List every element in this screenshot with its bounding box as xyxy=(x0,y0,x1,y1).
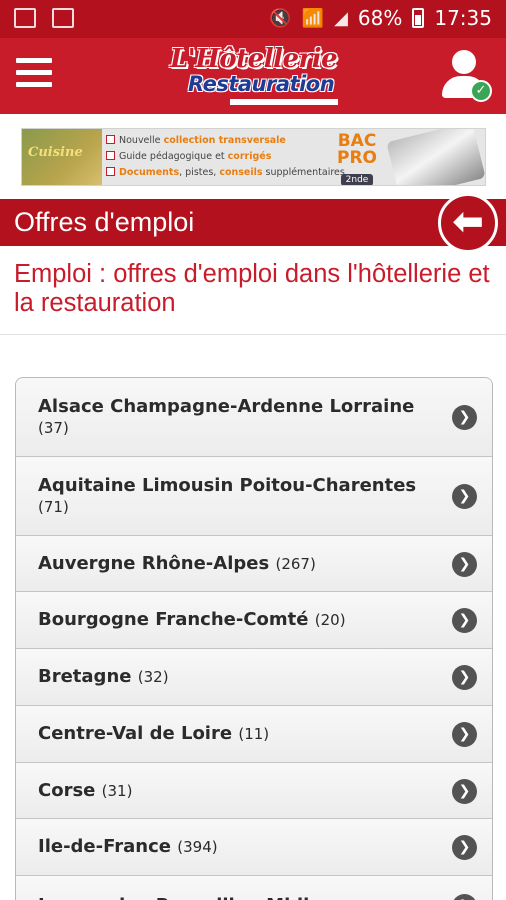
checkbox-icon xyxy=(106,151,115,160)
region-label: Aquitaine Limousin Poitou-Charentes xyxy=(38,474,417,496)
list-item[interactable]: Auvergne Rhône-Alpes (267) ❯ xyxy=(16,535,492,591)
section-header: Offres d'emploi ⬅ xyxy=(0,193,506,253)
logo-line2: Restauration xyxy=(188,72,335,96)
region-name: Ile-de-France (394) xyxy=(38,836,218,858)
list-item[interactable]: Centre-Val de Loire (11) ❯ xyxy=(16,705,492,762)
back-button[interactable]: ⬅ xyxy=(438,193,498,253)
banner-line-3-suffix: supplémentaires xyxy=(262,167,345,178)
region-count: (31) xyxy=(101,781,133,800)
banner-line-1: Nouvelle collection transversale xyxy=(106,133,326,149)
mute-icon: 🔇 xyxy=(269,7,292,29)
region-count: (37) xyxy=(38,418,69,437)
region-name: Bretagne (32) xyxy=(38,666,169,688)
chevron-right-icon: ❯ xyxy=(452,608,477,633)
chevron-right-icon: ❯ xyxy=(452,405,477,430)
signal-icon: ◢ xyxy=(334,7,348,29)
banner-book-title: Cuisine xyxy=(28,145,83,160)
region-name: Auvergne Rhône-Alpes (267) xyxy=(38,553,316,575)
wifi-icon: 📶 xyxy=(301,7,325,29)
region-label: Corse xyxy=(38,779,96,801)
region-count: (267) xyxy=(275,554,316,573)
ad-banner[interactable]: Cuisine Nouvelle collection transversale… xyxy=(21,128,486,186)
region-count: (20) xyxy=(314,611,346,629)
banner-line-3-highlight: Documents xyxy=(119,167,180,178)
clipboard-notification-icon xyxy=(52,8,74,28)
region-count: (394) xyxy=(177,838,218,856)
list-item[interactable]: Aquitaine Limousin Poitou-Charentes (71)… xyxy=(16,456,492,535)
chevron-right-icon: ❯ xyxy=(452,893,477,900)
region-count: (71) xyxy=(38,497,69,516)
chevron-right-icon: ❯ xyxy=(452,551,477,577)
status-bar: 🔇 📶 ◢ 68% 17:35 xyxy=(0,0,506,38)
banner-book-image: Cuisine xyxy=(22,129,102,185)
region-count: (11) xyxy=(238,725,270,743)
region-name: Bourgogne Franche-Comté (20) xyxy=(38,609,346,631)
banner-phone-image xyxy=(386,129,485,185)
region-list: Alsace Champagne-Ardenne Lorraine (37) ❯ A… xyxy=(15,377,493,900)
check-icon: ✓ xyxy=(470,80,492,102)
banner-line-1-text: Nouvelle xyxy=(119,135,164,146)
bac-pro-label: BAC PRO 2nde xyxy=(334,133,380,185)
chevron-right-icon: ❯ xyxy=(452,778,477,804)
region-name: Corse (31) xyxy=(38,780,132,802)
banner-line-3-mid: , pistes, xyxy=(179,167,220,178)
section-title: Offres d'emploi xyxy=(14,207,195,237)
logo-line1: L'Hôtellerie xyxy=(170,44,338,74)
list-item[interactable]: Languedoc-Roussillon Midi ❯ xyxy=(16,875,492,900)
image-notification-icon xyxy=(14,8,36,28)
page-heading: Emploi : offres d'emploi dans l'hôteller… xyxy=(14,260,490,317)
user-account-button[interactable]: ✓ xyxy=(440,50,492,102)
checkbox-icon xyxy=(106,167,115,176)
list-item[interactable]: Bretagne (32) ❯ xyxy=(16,648,492,705)
chevron-right-icon: ❯ xyxy=(452,722,477,747)
pro-text: PRO xyxy=(336,148,377,168)
banner-line-2-highlight: corrigés xyxy=(227,151,272,162)
chevron-right-icon: ❯ xyxy=(452,665,477,690)
region-label: Ile-de-France xyxy=(38,836,171,857)
logo-underline xyxy=(230,99,338,105)
hamburger-menu-icon[interactable] xyxy=(16,58,52,92)
list-item[interactable]: Bourgogne Franche-Comté (20) ❯ xyxy=(16,591,492,648)
grade-badge: 2nde xyxy=(340,174,374,185)
battery-percent: 68% xyxy=(357,6,403,30)
checkbox-icon xyxy=(106,135,115,144)
brand-logo[interactable]: L'Hôtellerie Restauration xyxy=(166,44,342,108)
chevron-right-icon: ❯ xyxy=(452,484,477,509)
banner-line-2-text: Guide pédagogique et xyxy=(119,151,228,162)
region-name: Centre-Val de Loire (11) xyxy=(38,723,269,745)
clock: 17:35 xyxy=(434,6,492,30)
chevron-right-icon: ❯ xyxy=(452,835,477,860)
banner-line-2: Guide pédagogique et corrigés xyxy=(106,149,326,165)
list-item[interactable]: Corse (31) ❯ xyxy=(16,762,492,818)
region-label: Bretagne xyxy=(38,666,132,687)
list-item[interactable]: Ile-de-France (394) ❯ xyxy=(16,818,492,875)
list-item[interactable]: Alsace Champagne-Ardenne Lorraine (37) ❯ xyxy=(16,378,492,456)
region-label: Auvergne Rhône-Alpes xyxy=(38,552,270,574)
region-name: Aquitaine Limousin Poitou-Charentes (71) xyxy=(38,475,432,518)
user-head-icon xyxy=(452,50,476,74)
region-label: Alsace Champagne-Ardenne Lorraine xyxy=(38,395,415,417)
divider xyxy=(0,334,506,335)
region-label: Bourgogne Franche-Comté xyxy=(38,609,309,630)
region-name: Languedoc-Roussillon Midi xyxy=(38,895,309,900)
region-label: Languedoc-Roussillon Midi xyxy=(38,895,309,900)
region-count: (32) xyxy=(137,668,169,686)
notification-icons xyxy=(14,8,74,28)
region-name: Alsace Champagne-Ardenne Lorraine (37) xyxy=(38,396,432,439)
banner-line-3-highlight2: conseils xyxy=(219,167,263,178)
banner-line-3: Documents, pistes, conseils supplémentai… xyxy=(106,165,345,181)
region-label: Centre-Val de Loire xyxy=(38,723,233,744)
back-arrow-icon: ⬅ xyxy=(452,199,484,243)
status-right: 🔇 📶 ◢ 68% 17:35 xyxy=(269,6,492,30)
app-bar: L'Hôtellerie Restauration ✓ xyxy=(0,38,506,114)
banner-line-1-highlight: collection transversale xyxy=(163,135,286,146)
battery-icon xyxy=(412,8,425,28)
banner-text: Nouvelle collection transversale Guide p… xyxy=(106,133,345,181)
